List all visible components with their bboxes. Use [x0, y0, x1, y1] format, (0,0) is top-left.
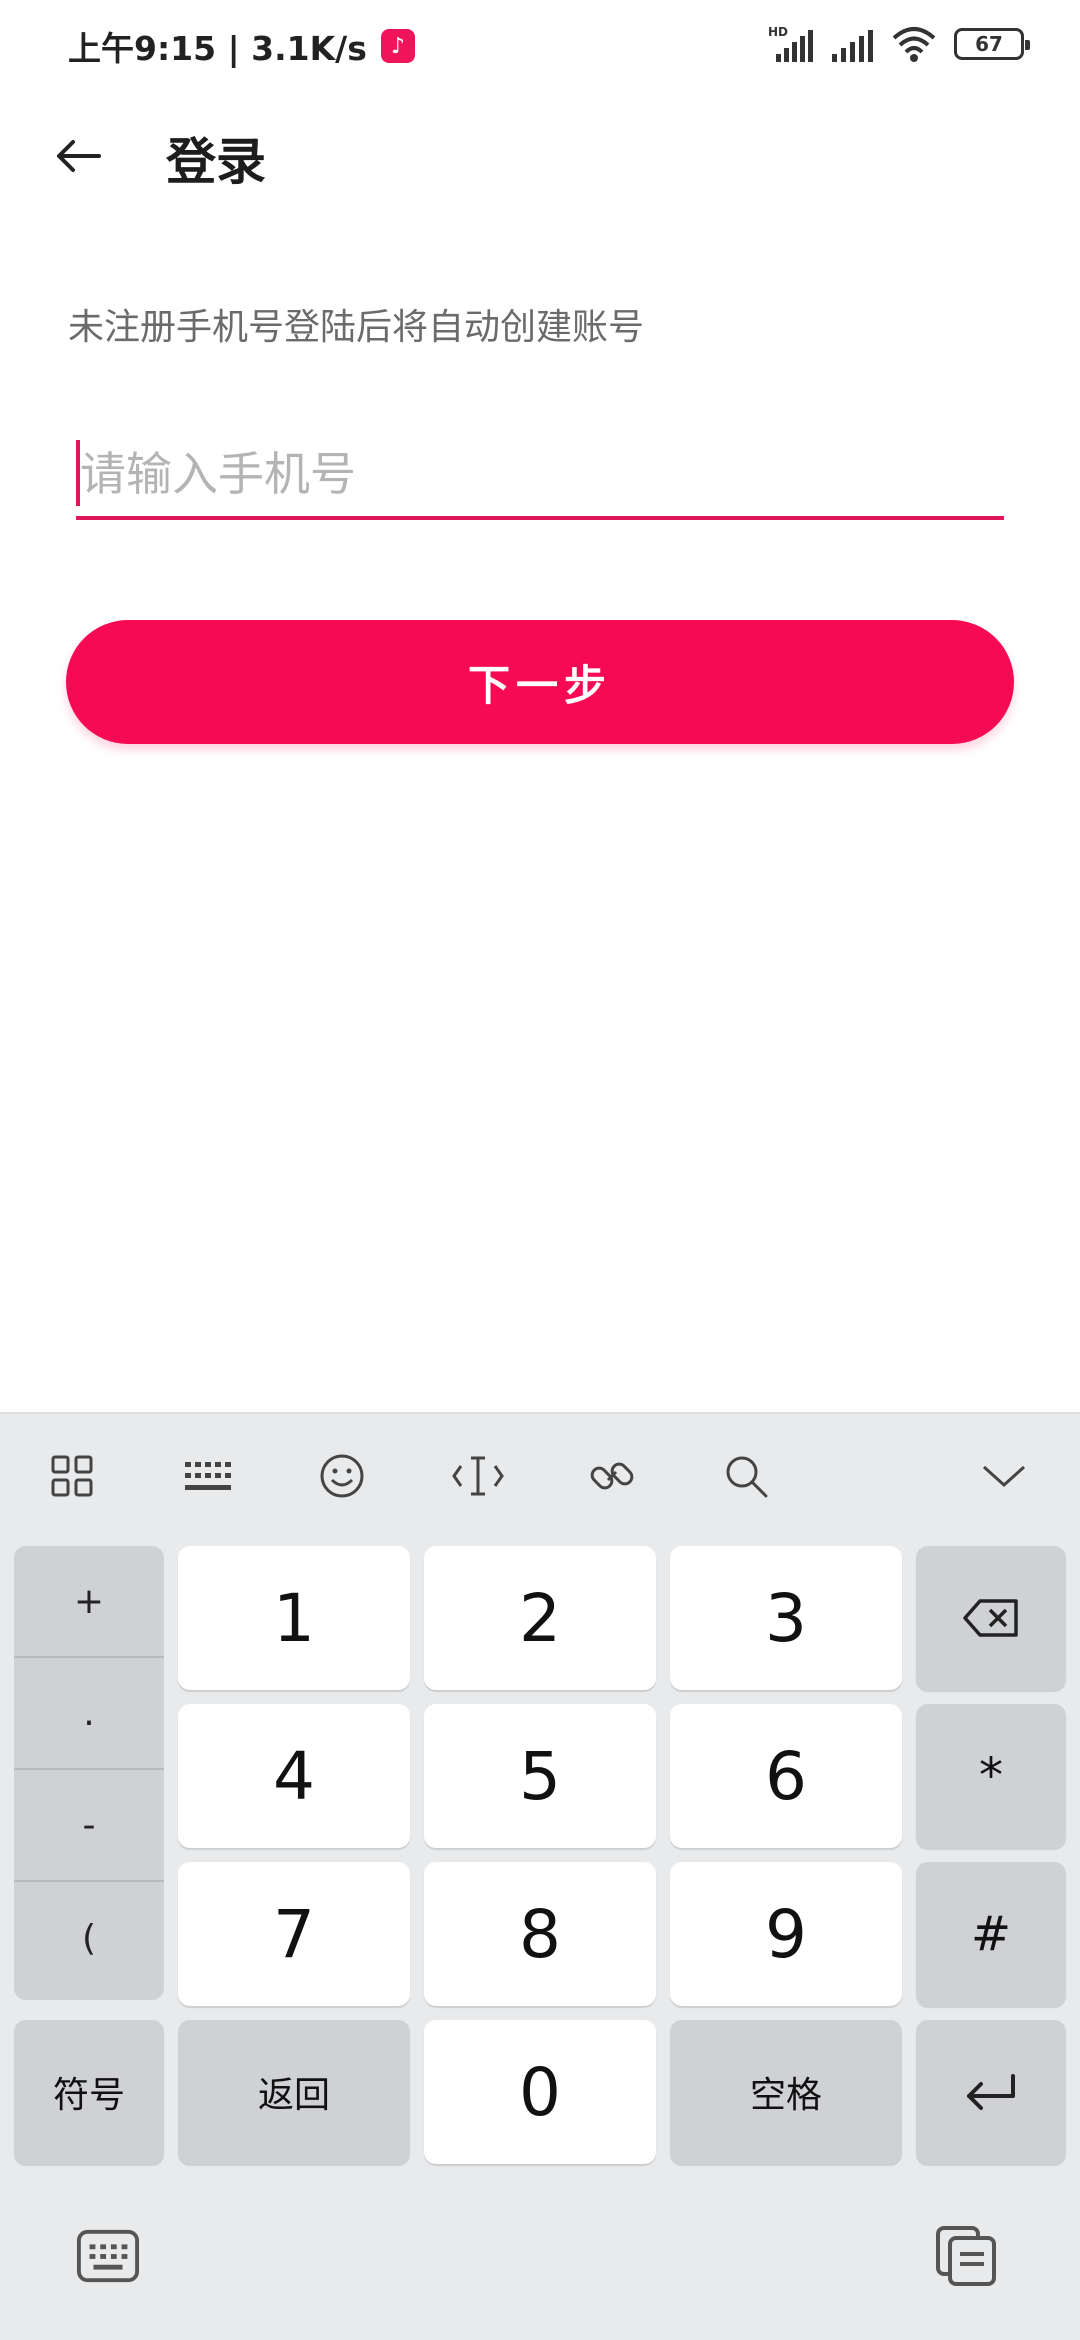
dot-key[interactable]: . [14, 1658, 164, 1770]
next-step-button[interactable]: 下一步 [66, 620, 1014, 744]
back-arrow-icon [57, 140, 101, 172]
back-key[interactable]: 返回 [178, 2020, 410, 2164]
cursor-move-icon[interactable] [446, 1444, 510, 1508]
wifi-icon [892, 27, 936, 62]
collapse-chevron-icon[interactable] [972, 1444, 1036, 1508]
network-label: HD [768, 25, 788, 39]
page-title: 登录 [166, 133, 266, 191]
key-4[interactable]: 4 [178, 1704, 410, 1848]
symbol-column: + . - ( [14, 1546, 164, 2000]
key-5[interactable]: 5 [424, 1704, 656, 1848]
status-time-speed: 上午9:15 | 3.1K/s [68, 29, 367, 68]
plus-key[interactable]: + [14, 1546, 164, 1658]
backspace-icon [963, 1599, 1018, 1637]
key-8[interactable]: 8 [424, 1862, 656, 2006]
space-key[interactable]: 空格 [670, 2020, 902, 2164]
numeric-keyboard: + . - ( 1 2 3 4 5 6 * 7 8 9 # 符号 返回 0 空格 [0, 1412, 1080, 2340]
link-icon[interactable] [580, 1444, 644, 1508]
keyboard-bottom-bar [0, 2174, 1080, 2340]
battery-icon: 67 [954, 28, 1030, 60]
keyboard-layout-icon[interactable] [176, 1444, 240, 1508]
signal-icon [832, 30, 873, 62]
phone-field[interactable] [76, 432, 1004, 520]
key-2[interactable]: 2 [424, 1546, 656, 1690]
back-button[interactable] [48, 126, 108, 186]
keyboard-toolbar [0, 1414, 1080, 1538]
key-9[interactable]: 9 [670, 1862, 902, 2006]
key-1[interactable]: 1 [178, 1546, 410, 1690]
star-key[interactable]: * [916, 1704, 1066, 1848]
emoji-icon[interactable] [310, 1444, 374, 1508]
auto-register-hint: 未注册手机号登陆后将自动创建账号 [68, 307, 645, 348]
status-left: 上午9:15 | 3.1K/s ♪ [68, 22, 415, 70]
key-7[interactable]: 7 [178, 1862, 410, 2006]
grid-icon[interactable] [40, 1444, 104, 1508]
backspace-key[interactable] [916, 1546, 1066, 1690]
clipboard-icon[interactable] [934, 2224, 998, 2288]
hd-signal-icon: HD [768, 25, 813, 62]
paren-key[interactable]: ( [14, 1882, 164, 1994]
enter-key[interactable] [916, 2020, 1066, 2164]
status-bar: 上午9:15 | 3.1K/s ♪ HD 67 [0, 0, 1080, 90]
battery-level: 67 [975, 32, 1003, 56]
symbols-key[interactable]: 符号 [14, 2020, 164, 2164]
phone-input[interactable] [80, 432, 1000, 516]
keyboard-switch-icon[interactable] [76, 2224, 140, 2288]
key-3[interactable]: 3 [670, 1546, 902, 1690]
search-icon[interactable] [714, 1444, 778, 1508]
tiktok-notification-icon: ♪ [380, 29, 415, 63]
key-6[interactable]: 6 [670, 1704, 902, 1848]
minus-key[interactable]: - [14, 1770, 164, 1882]
key-0[interactable]: 0 [424, 2020, 656, 2164]
header: 登录 [0, 110, 1080, 200]
hash-key[interactable]: # [916, 1862, 1066, 2006]
enter-icon [967, 2074, 1015, 2110]
status-right: HD 67 [768, 24, 1030, 64]
